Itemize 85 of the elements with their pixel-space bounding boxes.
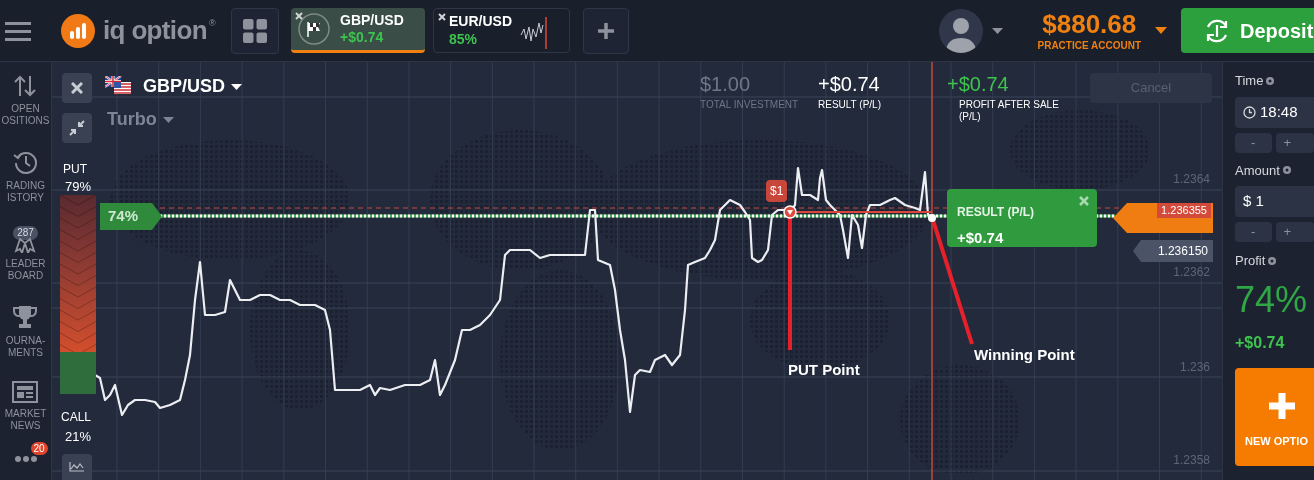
more-icon[interactable]: [14, 456, 37, 462]
option-type-selector[interactable]: Turbo: [107, 106, 174, 133]
plus-icon: [597, 21, 615, 40]
result-value: +$0.74: [957, 228, 1005, 248]
plus-icon: [1269, 392, 1295, 419]
asset-value: +$0.74: [340, 29, 385, 47]
stat-label: PROFIT AFTER SALE (P/L): [959, 99, 1060, 123]
axis-label: 1.2358: [1173, 452, 1210, 469]
profit-value: +$0.74: [1235, 332, 1286, 353]
plus-button[interactable]: +: [1275, 132, 1314, 153]
price-level-tag: 1.236150: [1133, 240, 1213, 262]
asset-tab[interactable]: GBP/USD +$0.74: [291, 8, 425, 53]
time-field[interactable]: 18:48: [1235, 96, 1314, 128]
caret-icon[interactable]: [992, 27, 1004, 34]
logo-icon: [61, 13, 95, 48]
flag-icon: [105, 76, 131, 94]
call-label: CALL: [61, 409, 92, 426]
add-tab-button[interactable]: [583, 7, 629, 54]
collapse-icon: [69, 120, 85, 136]
new-option-button[interactable]: NEW OPTIO: [1235, 367, 1314, 466]
logo-text: iq option: [103, 14, 207, 47]
call-percent: 21%: [65, 428, 92, 446]
sidebar-item[interactable]: OURNA- MENTS: [5, 335, 46, 359]
sidebar-item[interactable]: OPEN OSITIONS: [1, 103, 50, 127]
avatar-icon[interactable]: [939, 8, 984, 53]
deposit-button[interactable]: Deposit: [1181, 8, 1314, 53]
newspaper-icon: [12, 381, 39, 403]
stat-value: +$0.74: [947, 72, 1010, 96]
close-icon: [71, 82, 83, 94]
asset-value: 85%: [449, 30, 479, 48]
end-point-dot: [928, 214, 936, 222]
sidebar-item[interactable]: MARKET NEWS: [4, 408, 47, 432]
price-label: 1.236355: [1157, 203, 1211, 218]
annotation-label: Winning Point: [974, 345, 1075, 365]
asset-selector[interactable]: GBP/USD: [143, 73, 242, 100]
plus-button[interactable]: +: [1275, 222, 1314, 242]
line-chart-icon: [69, 462, 85, 472]
asset-tab[interactable]: EUR/USD 85%: [433, 8, 570, 53]
up-down-arrows-icon: [13, 74, 38, 98]
stat-value: $1.00: [700, 72, 752, 96]
field-label: Amount: [1235, 161, 1280, 180]
balance-amount: $880.68: [1042, 10, 1137, 37]
asset-name: EUR/USD: [449, 13, 512, 31]
result-title: RESULT (P/L): [957, 204, 1035, 221]
profit-percent: 74%: [1235, 277, 1309, 322]
stat-label: TOTAL INVESTMENT: [700, 99, 800, 111]
caret-icon[interactable]: [1155, 27, 1167, 34]
field-label: Profit: [1235, 252, 1266, 270]
amount-field[interactable]: $ 1: [1235, 186, 1314, 217]
put-label: PUT: [63, 161, 87, 178]
close-icon[interactable]: [438, 13, 446, 21]
sidebar-item[interactable]: RADING ISTORY: [6, 180, 45, 204]
minus-button[interactable]: -: [1235, 132, 1272, 153]
put-marker-icon: [783, 205, 797, 219]
trophy-icon: [12, 304, 39, 330]
clock-icon: [1243, 105, 1256, 119]
menu-icon[interactable]: [5, 20, 31, 41]
minus-button[interactable]: -: [1235, 222, 1272, 242]
sidebar-item[interactable]: LEADER BOARD: [5, 258, 46, 282]
collapse-button[interactable]: [62, 113, 92, 143]
stat-value: +$0.74: [818, 72, 881, 96]
grid-button[interactable]: [231, 7, 279, 54]
put-percent: 79%: [65, 178, 92, 196]
axis-label: 1.2362: [1173, 264, 1210, 281]
count-badge: 287: [13, 226, 38, 240]
payout-tag: 74%: [100, 203, 162, 230]
grid-icon: [243, 18, 267, 43]
asset-name: GBP/USD: [340, 11, 404, 29]
caret-icon: [162, 116, 174, 123]
checkered-flag-icon: [298, 13, 330, 45]
close-icon[interactable]: [295, 12, 303, 20]
registered-mark: ®: [208, 16, 216, 30]
exchange-icon: [1204, 17, 1230, 44]
annotation-label: PUT Point: [788, 360, 860, 380]
chart-type-button[interactable]: [62, 454, 92, 480]
close-button[interactable]: [62, 73, 92, 103]
axis-label: 1.236: [1179, 359, 1210, 376]
history-icon: [12, 149, 39, 175]
stat-label: RESULT (P/L): [818, 99, 882, 111]
field-label: Time: [1235, 72, 1264, 90]
axis-label: 1.2364: [1173, 171, 1210, 188]
account-type: PRACTICE ACCOUNT: [1037, 40, 1141, 51]
caret-icon: [231, 83, 242, 90]
bet-marker: $1: [766, 180, 788, 202]
notification-badge: 20: [30, 442, 48, 455]
